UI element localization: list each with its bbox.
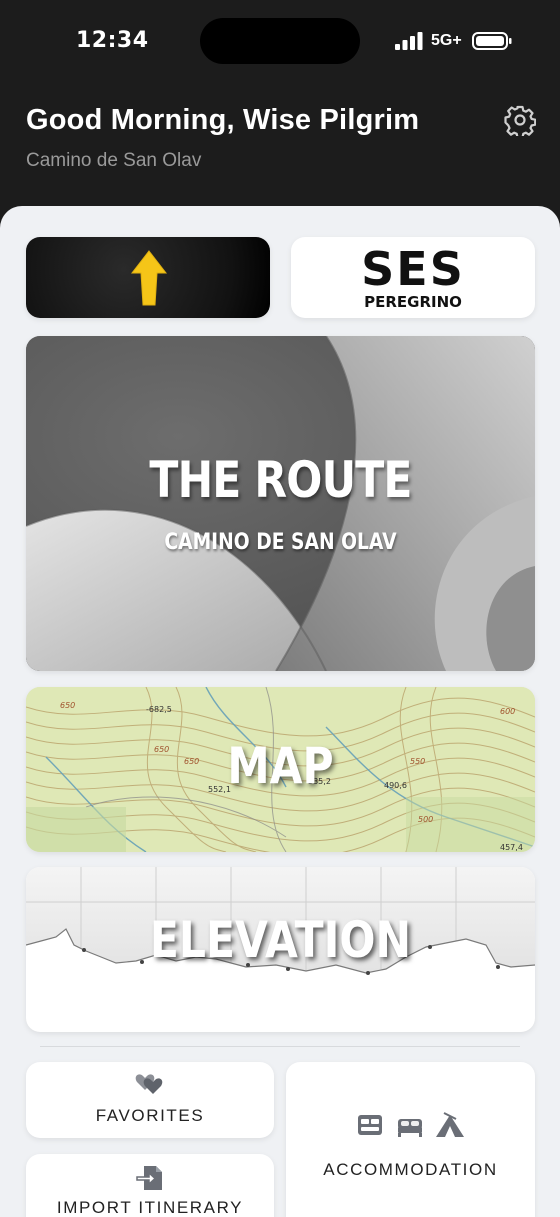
favorites-tile[interactable]: FAVORITES bbox=[26, 1062, 274, 1138]
map-elevation-label: -682,5 bbox=[146, 705, 172, 714]
map-contour-label: 600 bbox=[500, 707, 516, 716]
route-card-subtitle: CAMINO DE SAN OLAV bbox=[164, 530, 397, 555]
network-type: 5G+ bbox=[431, 32, 462, 49]
ses-peregrino-card[interactable]: SES PEREGRINO bbox=[291, 237, 535, 318]
yellow-arrow-up-icon bbox=[130, 250, 168, 306]
content-sheet: SES PEREGRINO THE ROUTE CAMINO DE SAN OL… bbox=[0, 206, 560, 1217]
ses-logo-text: SES bbox=[361, 242, 465, 296]
route-card-title: THE ROUTE bbox=[149, 451, 412, 509]
the-route-card[interactable]: THE ROUTE CAMINO DE SAN OLAV bbox=[26, 336, 535, 671]
greeting-title: Good Morning, Wise Pilgrim bbox=[26, 104, 420, 136]
yellow-arrow-card[interactable] bbox=[26, 237, 270, 318]
gear-icon[interactable] bbox=[504, 104, 536, 136]
map-card-title: MAP bbox=[227, 737, 334, 795]
bed-icon bbox=[398, 1119, 422, 1137]
app-header: Good Morning, Wise Pilgrim Camino de San… bbox=[0, 84, 560, 214]
map-contour-label: 650 bbox=[60, 701, 76, 710]
accommodation-icons bbox=[358, 1112, 464, 1137]
section-divider bbox=[40, 1046, 520, 1047]
accommodation-tile[interactable]: ACCOMMODATION bbox=[286, 1062, 535, 1217]
import-itinerary-tile[interactable]: IMPORT ITINERARY bbox=[26, 1154, 274, 1217]
signal-icon bbox=[395, 32, 423, 50]
ses-logo-subtitle: PEREGRINO bbox=[364, 293, 462, 311]
status-bar: 12:34 5G+ bbox=[0, 0, 560, 84]
status-time: 12:34 bbox=[76, 28, 149, 53]
elevation-card-title: ELEVATION bbox=[149, 911, 412, 969]
map-elevation-label: 457,4 bbox=[500, 843, 523, 852]
favorites-label: FAVORITES bbox=[95, 1106, 205, 1125]
route-subtitle: Camino de San Olav bbox=[26, 150, 202, 171]
map-contour-label: 500 bbox=[418, 815, 434, 824]
hostel-bed-icon bbox=[358, 1115, 382, 1135]
battery-icon bbox=[472, 32, 512, 50]
import-file-icon bbox=[136, 1166, 162, 1190]
elevation-card[interactable]: ELEVATION bbox=[26, 867, 535, 1032]
import-itinerary-label: IMPORT ITINERARY bbox=[56, 1198, 244, 1217]
dynamic-island bbox=[200, 18, 360, 64]
map-card[interactable]: -682,5 650 650 552,1 535,2 490,6 550 600… bbox=[26, 687, 535, 852]
accommodation-label: ACCOMMODATION bbox=[323, 1160, 498, 1179]
tent-icon bbox=[436, 1112, 464, 1137]
hearts-icon bbox=[135, 1074, 163, 1094]
